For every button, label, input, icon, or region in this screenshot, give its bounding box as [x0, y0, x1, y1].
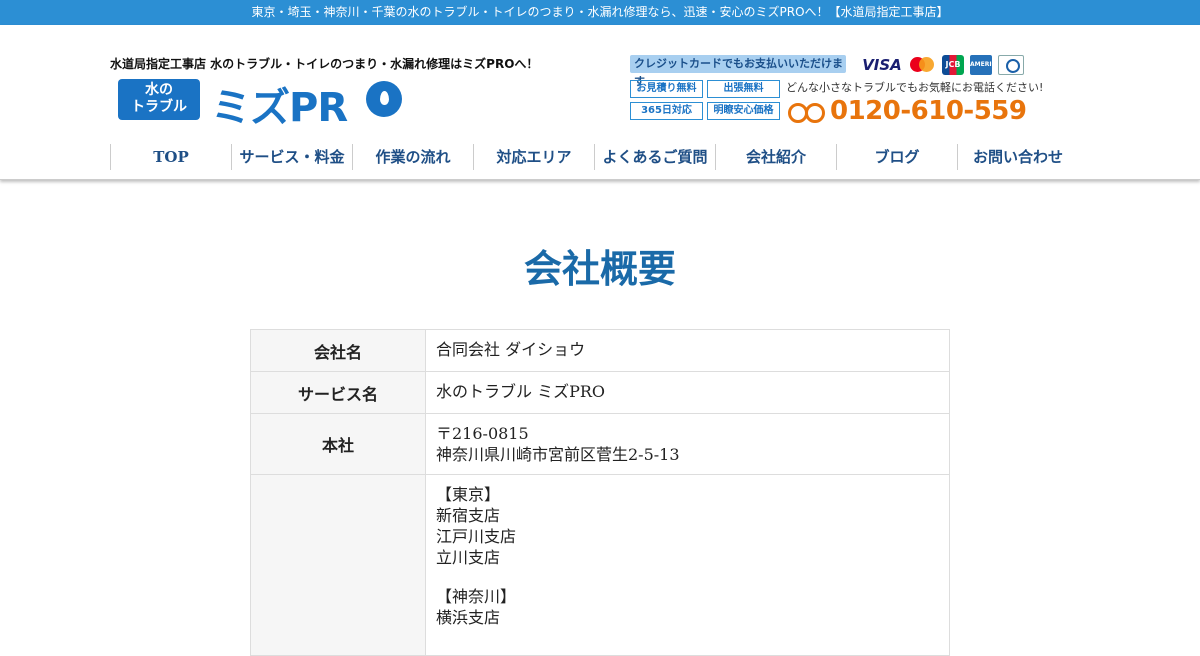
visa-icon: VISA	[862, 56, 902, 74]
nav-contact[interactable]: お問い合わせ	[957, 144, 1078, 170]
table-row: サービス名 水のトラブル ミズPRO	[250, 371, 950, 414]
branch-region: 【東京】	[436, 485, 501, 504]
table-row: 会社名 合同会社 ダイショウ	[250, 329, 950, 372]
branch-item: 立川支店	[436, 548, 501, 567]
company-info-table: 会社名 合同会社 ダイショウ サービス名 水のトラブル ミズPRO 本社 〒21…	[250, 329, 950, 656]
phone-note: どんな小さなトラブルでもお気軽にお電話ください!	[786, 81, 1044, 94]
nav-blog[interactable]: ブログ	[836, 144, 957, 170]
site-logo[interactable]: 水の トラブル ミズPR	[118, 79, 408, 131]
logo-badge-line1: 水の	[145, 82, 173, 98]
announcement-text: 東京・埼玉・神奈川・千葉の水のトラブル・トイレのつまり・水漏れ修理なら、迅速・安…	[251, 5, 949, 19]
header-tagline: 水道局指定工事店 水のトラブル・トイレのつまり・水漏れ修理はミズPROへ！	[110, 57, 539, 71]
badge-clear-pricing: 明瞭安心価格	[707, 102, 780, 120]
address: 神奈川県川崎市宮前区菅生2-5-13	[436, 445, 680, 464]
service-badges: お見積り無料 出張無料 365日対応 明瞭安心価格	[630, 80, 780, 120]
logo-badge: 水の トラブル	[118, 79, 200, 120]
credit-card-logos: VISA JCB AMERICAN EXPRESS	[860, 55, 1024, 88]
amex-icon: AMERICAN EXPRESS	[970, 55, 1006, 88]
freedial-icon	[788, 101, 825, 123]
nav-service-pricing[interactable]: サービス・料金	[231, 144, 352, 170]
postal-code: 〒216-0815	[436, 424, 529, 443]
credit-card-banner: クレジットカードでもお支払いいただけます	[630, 55, 846, 88]
logo-badge-line2: トラブル	[131, 99, 187, 115]
branch-item: 横浜支店	[436, 608, 501, 627]
site-header: 水道局指定工事店 水のトラブル・トイレのつまり・水漏れ修理はミズPROへ！ 水の…	[0, 25, 1200, 180]
row-label-headquarters: 本社	[250, 413, 426, 475]
logo-wordmark: ミズPR	[211, 85, 348, 131]
table-row: 【東京】 新宿支店 江戸川支店 立川支店 【神奈川】 横浜支店	[250, 474, 950, 656]
badge-free-estimate: お見積り無料	[630, 80, 703, 98]
row-value-branches: 【東京】 新宿支店 江戸川支店 立川支店 【神奈川】 横浜支店	[425, 474, 950, 656]
phone-number: 0120-610-559	[830, 96, 1027, 126]
nav-company[interactable]: 会社紹介	[715, 144, 836, 170]
nav-workflow[interactable]: 作業の流れ	[352, 144, 473, 170]
diners-icon	[998, 55, 1024, 75]
branch-group-kanagawa: 【神奈川】 横浜支店	[436, 586, 939, 628]
nav-service-area[interactable]: 対応エリア	[473, 144, 594, 170]
table-row: 本社 〒216-0815 神奈川県川崎市宮前区菅生2-5-13	[250, 413, 950, 475]
top-announcement-bar: 東京・埼玉・神奈川・千葉の水のトラブル・トイレのつまり・水漏れ修理なら、迅速・安…	[0, 0, 1200, 25]
row-value-headquarters: 〒216-0815 神奈川県川崎市宮前区菅生2-5-13	[425, 413, 950, 475]
mastercard-icon	[910, 55, 936, 75]
row-label-service: サービス名	[250, 371, 426, 414]
phone-link[interactable]: 0120-610-559	[788, 95, 1027, 127]
branch-group-tokyo: 【東京】 新宿支店 江戸川支店 立川支店	[436, 484, 939, 568]
row-label-branches	[250, 474, 426, 656]
branch-region: 【神奈川】	[436, 587, 517, 606]
branch-item: 新宿支店	[436, 506, 501, 525]
jcb-icon: JCB	[942, 55, 964, 75]
water-drop-icon	[366, 81, 402, 117]
nav-faq[interactable]: よくあるご質問	[594, 144, 715, 170]
row-value-company: 合同会社 ダイショウ	[425, 329, 950, 372]
main-nav: TOP サービス・料金 作業の流れ 対応エリア よくあるご質問 会社紹介 ブログ…	[110, 144, 1078, 170]
row-label-company: 会社名	[250, 329, 426, 372]
page-title: 会社概要	[523, 247, 676, 291]
row-value-service: 水のトラブル ミズPRO	[425, 371, 950, 414]
badge-free-visit: 出張無料	[707, 80, 780, 98]
branch-item: 江戸川支店	[436, 527, 517, 546]
badge-365-days: 365日対応	[630, 102, 703, 120]
nav-top[interactable]: TOP	[110, 144, 231, 170]
